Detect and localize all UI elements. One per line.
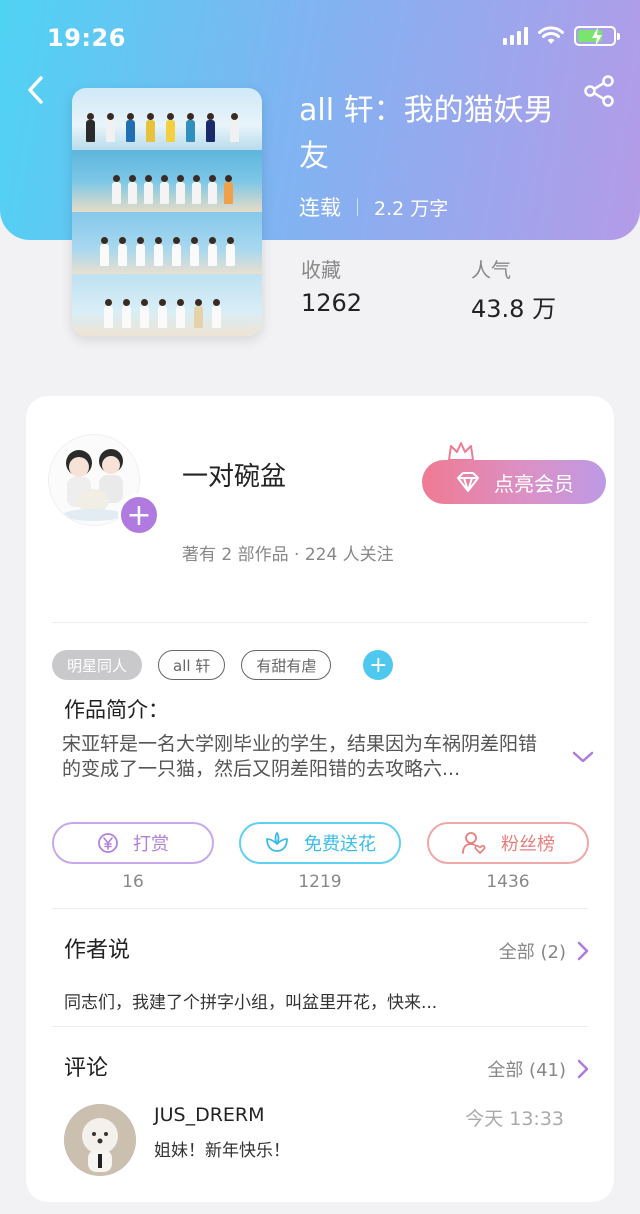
send-flower-label: 免费送花 [304,834,376,855]
author-info: 著有 2 部作品 · 224 人关注 [182,545,394,565]
intro-title: 作品简介： [64,698,169,722]
book-meta: 连载 2.2 万字 [299,192,448,222]
battery-icon [574,26,620,47]
tag-item[interactable]: 明星同人 [52,650,143,680]
tag-item[interactable]: all 轩 [158,650,226,680]
flower-icon [266,832,288,852]
author-says-all-link[interactable]: 全部 (2) [499,938,590,964]
tag-item[interactable]: 有甜有虐 [241,650,332,680]
tip-count: 16 [122,872,144,892]
comment-time: 今天 13:33 [465,1108,564,1130]
author-avatar-group: + [48,434,160,536]
status-time: 19:26 [47,24,126,52]
share-icon [584,75,614,107]
plus-icon: + [369,652,388,678]
fan-ranking-label: 粉丝榜 [501,834,555,855]
stat-label: 收藏 [301,258,341,282]
book-detail-card: + 一对碗盆 著有 2 部作品 · 224 人关注 点亮会员 明星同人 all … [26,396,614,1202]
expand-intro-button[interactable] [570,748,596,770]
comments-title: 评论 [64,1056,109,1081]
chevron-right-icon [577,1059,589,1079]
tip-button[interactable]: 打赏 [52,822,214,864]
word-count: 2.2 万字 [374,197,449,220]
comment-username[interactable]: JUS_DRERM [154,1104,265,1126]
share-button[interactable] [582,74,616,108]
divider [52,1026,588,1027]
back-button[interactable] [20,70,54,110]
tag-list: 明星同人 all 轩 有甜有虐 + [52,650,394,680]
stat-label: 人气 [471,258,511,282]
chevron-right-icon [577,941,589,961]
divider [52,622,588,623]
send-flower-button[interactable]: 免费送花 [239,822,401,864]
signal-icon [503,27,528,45]
diamond-icon [457,472,479,492]
chevron-left-icon [28,76,43,104]
fan-count: 1436 [486,872,530,892]
status-bar: 19:26 [0,0,640,72]
tip-label: 打赏 [133,834,169,855]
stat-favorites: 收藏 1262 [301,254,362,317]
book-cover[interactable] [72,88,262,336]
stat-value: 43.8 万 [471,295,557,323]
author-says-text[interactable]: 同志们，我建了个拼字小组，叫盆里开花，快来... [64,988,437,1013]
wifi-icon [538,26,564,46]
divider [52,908,588,909]
author-says-title: 作者说 [64,938,131,963]
plus-icon: + [126,497,152,533]
book-title: all 轩：我的猫妖男友 [299,93,554,174]
stat-value: 1262 [301,289,363,317]
yen-coin-icon [98,833,118,853]
serial-status: 连载 [299,196,341,220]
chevron-down-icon [572,751,594,763]
intro-text[interactable]: 宋亚轩是一名大学刚毕业的学生，结果因为车祸阴差阳错的变成了一只猫，然后又阴差阳错… [62,732,552,782]
stat-popularity: 人气 43.8 万 [471,254,556,324]
vip-member-button[interactable]: 点亮会员 [422,460,606,504]
fan-user-heart-icon [462,832,486,854]
status-icons [503,26,620,47]
author-says-all-label: 全部 (2) [498,942,566,963]
meta-divider [357,198,358,216]
flower-count: 1219 [298,872,342,892]
comments-all-label: 全部 (41) [487,1060,566,1081]
vip-button-label: 点亮会员 [494,471,574,496]
add-tag-button[interactable]: + [363,650,394,680]
comment-avatar[interactable] [64,1104,136,1176]
comment-text[interactable]: 姐妹！新年快乐！ [154,1136,290,1161]
comments-all-link[interactable]: 全部 (41) [487,1056,590,1082]
fan-ranking-button[interactable]: 粉丝榜 [427,822,589,864]
author-name[interactable]: 一对碗盆 [182,456,286,493]
follow-author-button[interactable]: + [118,494,160,536]
